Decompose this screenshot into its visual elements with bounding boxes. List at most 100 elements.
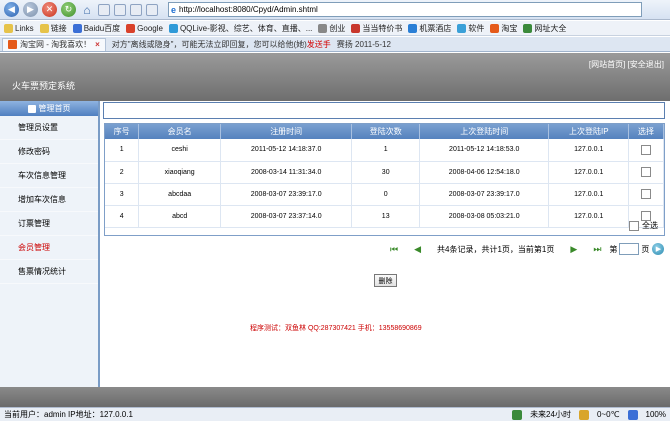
column-header: 上次登陆时间 [419,124,550,139]
select-cell [628,139,664,162]
app-header: 火车票预定系统 [网站首页] [安全退出] [0,53,670,101]
top-panel [103,102,665,119]
table-cell: 2008-04-06 12:54:18.0 [419,161,550,184]
favorite-item[interactable]: 当当特价书 [351,23,402,34]
favorite-icon [351,23,361,33]
security-icon [512,409,523,420]
table-cell: 2008-03-14 11:31:34.0 [220,161,353,184]
sidebar-item[interactable]: 增加车次信息 [0,188,98,212]
logout-link[interactable]: [安全退出] [628,60,664,69]
favorite-item[interactable]: 淘宝 [490,23,517,34]
favorite-item[interactable]: QQLive-影视、综艺、体育、直播、... [168,23,312,34]
favorite-icon [39,23,49,33]
row-checkbox[interactable] [641,189,652,199]
delete-button[interactable]: 删除 [374,274,397,287]
favorite-label: Links [15,23,34,33]
temp-text: 0~0℃ [596,410,620,419]
favorite-item[interactable]: 链接 [39,23,67,34]
favorite-item[interactable]: Links [4,23,34,33]
sidebar-head-label: 管理首页 [38,104,71,113]
close-tab-icon[interactable]: × [95,40,100,49]
ticker-extra-2: 2011-5-12 [355,39,391,49]
table-cell: 3 [105,183,140,206]
table-cell: 127.0.0.1 [548,205,630,228]
favorite-icon [72,23,82,33]
select-all-label: 全选 [642,221,658,230]
page-number-input[interactable] [619,243,640,255]
row-checkbox[interactable] [641,144,652,155]
favorite-item[interactable]: Baidu百度 [72,23,121,34]
table-cell: 0 [351,183,421,206]
select-cell [628,183,664,206]
favorite-label: 创业 [329,23,346,33]
refresh-icon[interactable]: ↻ [61,2,76,17]
table-cell: 127.0.0.1 [548,183,630,206]
select-cell [628,161,664,184]
table-header: 序号 会员名 注册时间 登陆次数 上次登陆时间 上次登陆IP 选择 [105,124,664,139]
favorite-item[interactable]: 创业 [318,23,345,34]
ie-icon: e [171,4,177,15]
favorite-icon [408,23,418,33]
prev-page-icon[interactable]: ◀ [414,244,421,254]
sidebar-item[interactable]: 车次信息管理 [0,164,98,188]
favorite-label: Baidu百度 [83,23,121,33]
table-cell: 1 [105,139,140,162]
history-icon[interactable] [114,3,126,16]
table-cell: abcdaa [138,183,221,206]
table-row: 2 xiaoqiang 2008-03-14 11:31:34.0 30 2008-04… [105,161,664,184]
weather-icon [578,409,589,420]
print-icon[interactable] [130,3,142,16]
stop-icon[interactable]: ✕ [42,2,57,17]
site-home-link[interactable]: [网站首页] [589,60,625,69]
select-all: 全选 [629,220,658,231]
sidebar-item[interactable]: 管理员设置 [0,116,98,140]
forward-icon[interactable]: ▶ [23,2,38,17]
go-page-icon[interactable]: ▶ [652,243,665,255]
table-cell: 2 [105,161,140,184]
sidebar-head[interactable]: 管理首页 [0,101,98,116]
table-cell: 2008-03-08 05:03:21.0 [419,205,550,228]
column-header: 上次登陆IP [548,124,630,139]
system-title: 火车票预定系统 [12,81,76,91]
table-cell: 2011-05-12 14:18:37.0 [220,139,353,162]
table-cell: xiaoqiang [138,161,221,184]
favorite-item[interactable]: 机票酒店 [408,23,451,34]
favorite-label: 软件 [468,23,485,33]
favorite-item[interactable]: 网址大全 [523,23,566,34]
pager-info: 共4条记录，共计1页，当前第1页 [437,244,555,254]
favorite-label: 机票酒店 [419,23,452,33]
status-user: 当前用户：admin IP地址：127.0.0.1 [4,410,133,419]
sidebar-item[interactable]: 修改密码 [0,140,98,164]
favorite-item[interactable]: Google [126,23,163,33]
last-page-icon[interactable]: ⏭ [593,244,601,254]
column-header: 选择 [628,124,664,139]
favorite-icon [126,23,136,33]
page-icon[interactable] [146,3,158,16]
favorites-icon[interactable] [98,3,110,16]
ticker-extra-1: 赛扬 [336,39,353,49]
first-page-icon[interactable]: ⏮ [390,244,398,254]
browser-tab[interactable]: 淘宝网 - 淘我喜欢！ × [2,37,106,51]
address-bar[interactable]: e http://localhost:8080/Cpyd/Admin.shtml [168,2,642,17]
sidebar-item[interactable]: 订票管理 [0,212,98,236]
next-page-icon[interactable]: ▶ [570,244,577,254]
network-icon [627,409,638,420]
favorite-item[interactable]: 软件 [457,23,484,34]
row-checkbox[interactable] [641,167,652,177]
table-cell: 4 [105,205,140,228]
favorite-icon [4,23,13,33]
table-cell: 1 [351,139,421,162]
favorite-icon [523,23,533,33]
table-cell: 127.0.0.1 [548,139,630,162]
table-cell: 2011-05-12 14:18:53.0 [419,139,550,162]
back-icon[interactable]: ◀ [4,2,19,17]
select-all-checkbox[interactable] [629,220,639,231]
home-icon[interactable]: ⌂ [80,2,94,17]
favorite-icon [490,23,500,33]
table-row: 1 ceshi 2011-05-12 14:18:37.0 1 2011-05-12 1… [105,139,664,162]
sidebar-item[interactable]: 会员管理 [0,236,98,260]
sidebar-item[interactable]: 售票情况统计 [0,260,98,284]
member-table: 序号 会员名 注册时间 登陆次数 上次登陆时间 上次登陆IP 选择 1 ceshi 2011-0… [105,124,664,228]
favorite-icon [318,23,328,33]
zoom-text[interactable]: 100% [646,410,666,419]
